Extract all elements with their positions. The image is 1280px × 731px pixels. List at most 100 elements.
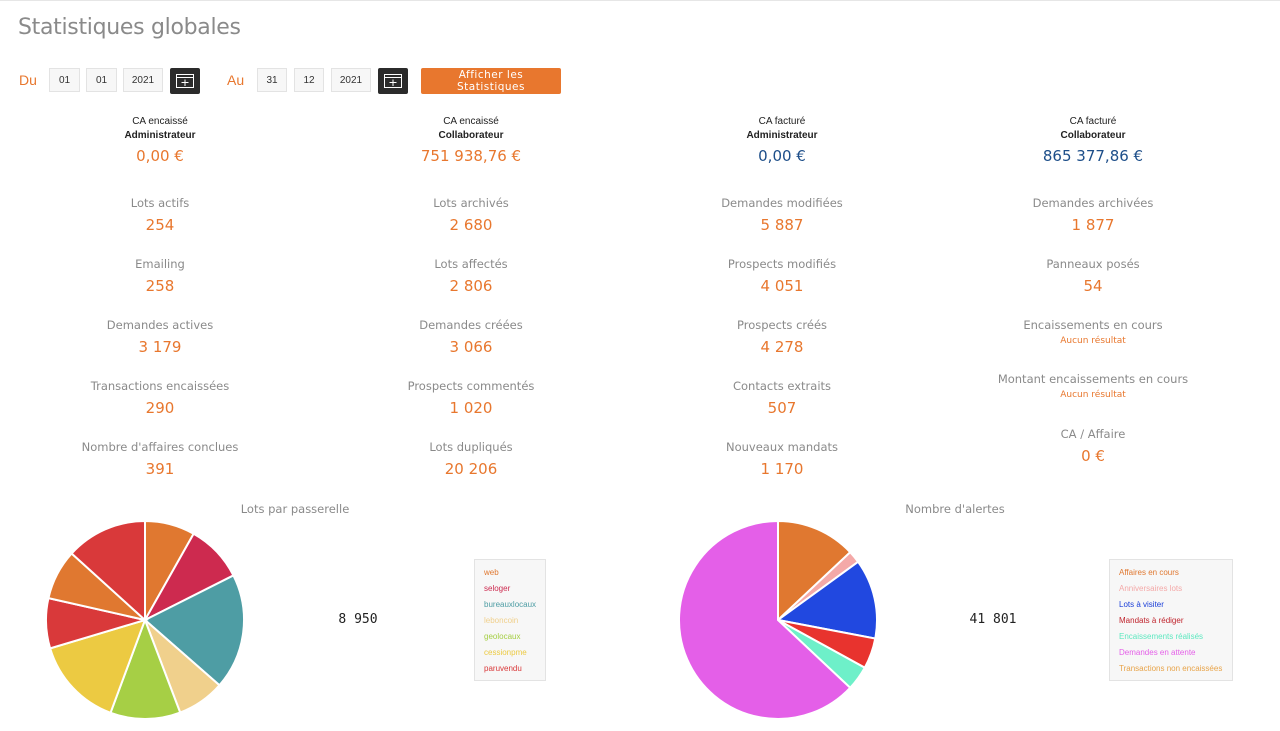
ca-card-facture-collab: CA facturé Collaborateur 865 377,86 € <box>938 115 1248 167</box>
ca-value: 0,00 € <box>136 147 184 165</box>
legend-item[interactable]: Demandes en attente <box>1119 648 1223 664</box>
stat-value: 5 887 <box>760 216 804 234</box>
stat-card: Nombre d'affaires conclues 391 <box>5 440 315 480</box>
stat-card: Panneaux posés 54 <box>938 257 1248 297</box>
from-day-input[interactable] <box>49 68 80 92</box>
to-year-input[interactable] <box>331 68 371 92</box>
from-year-input[interactable] <box>123 68 163 92</box>
ca-value: 865 377,86 € <box>1042 147 1144 165</box>
stat-value: 2 680 <box>449 216 493 234</box>
stat-value: 2 806 <box>449 277 493 295</box>
ca-sublabel: Collaborateur <box>1060 130 1126 141</box>
stat-label: Prospects commentés <box>407 379 535 393</box>
stat-card: Demandes créées 3 066 <box>316 318 626 358</box>
stat-value: Aucun résultat <box>1060 336 1126 346</box>
stat-value: 4 278 <box>760 338 804 356</box>
legend-item[interactable]: cessionpme <box>484 648 536 664</box>
ca-card-facture-admin: CA facturé Administrateur 0,00 € <box>627 115 937 167</box>
stat-card: Encaissements en cours Aucun résultat <box>938 318 1248 346</box>
calendar-icon <box>384 74 402 88</box>
chart-legend-alertes: Affaires en cours Anniversaires lots Lots … <box>1109 559 1233 681</box>
stat-label: Contacts extraits <box>732 379 832 393</box>
stat-card: Nouveaux mandats 1 170 <box>627 440 937 480</box>
to-label: Au <box>227 72 245 88</box>
pie-chart-alertes <box>678 519 878 720</box>
pie-chart-passerelle <box>45 519 245 720</box>
stat-label: Montant encaissements en cours <box>997 372 1189 386</box>
stat-card: Prospects créés 4 278 <box>627 318 937 358</box>
stat-label: Demandes créées <box>419 318 523 332</box>
stat-label: Nouveaux mandats <box>726 440 838 454</box>
stat-value: 4 051 <box>760 277 804 295</box>
to-calendar-button[interactable] <box>378 68 408 94</box>
ca-label: CA encaissé <box>443 116 499 127</box>
stat-value: 254 <box>145 216 175 234</box>
from-calendar-button[interactable] <box>170 68 200 94</box>
stat-value: 507 <box>767 399 797 417</box>
legend-item[interactable]: Lots à visiter <box>1119 600 1223 616</box>
legend-item[interactable]: web <box>484 568 536 584</box>
chart-title-passerelle: Lots par passerelle <box>240 502 350 516</box>
legend-item[interactable]: geolocaux <box>484 632 536 648</box>
legend-item[interactable]: Encaissements réalisés <box>1119 632 1223 648</box>
stat-label: Prospects modifiés <box>727 257 837 271</box>
stat-label: Lots archivés <box>433 196 509 210</box>
stat-card: Lots actifs 254 <box>5 196 315 236</box>
stat-label: Demandes modifiées <box>721 196 843 210</box>
stat-label: Nombre d'affaires conclues <box>81 440 239 454</box>
ca-label: CA facturé <box>758 116 806 127</box>
stat-value: 3 066 <box>449 338 493 356</box>
ca-card-encaisse-admin: CA encaissé Administrateur 0,00 € <box>5 115 315 167</box>
stat-label: Lots actifs <box>130 196 190 210</box>
legend-item[interactable]: bureauxlocaux <box>484 600 536 616</box>
legend-item[interactable]: leboncoin <box>484 616 536 632</box>
stat-card: Demandes archivées 1 877 <box>938 196 1248 236</box>
stat-label: Demandes actives <box>106 318 214 332</box>
legend-item[interactable]: Mandats à rédiger <box>1119 616 1223 632</box>
stat-value: 1 170 <box>760 460 804 478</box>
legend-item[interactable]: Transactions non encaissées <box>1119 664 1223 680</box>
ca-sublabel: Administrateur <box>124 130 196 141</box>
stat-value: 3 179 <box>138 338 182 356</box>
show-statistics-button[interactable]: Afficher les Statistiques <box>421 68 561 94</box>
stat-card: Montant encaissements en cours Aucun résu… <box>938 372 1248 400</box>
stat-value: 1 877 <box>1071 216 1115 234</box>
stat-label: Panneaux posés <box>1046 257 1140 271</box>
stat-card: Demandes modifiées 5 887 <box>627 196 937 236</box>
stat-label: CA / Affaire <box>1060 427 1126 441</box>
stat-card: Emailing 258 <box>5 257 315 297</box>
stat-card: Contacts extraits 507 <box>627 379 937 419</box>
stat-label: Demandes archivées <box>1032 196 1154 210</box>
stat-card: Transactions encaissées 290 <box>5 379 315 419</box>
ca-value: 0,00 € <box>758 147 806 165</box>
stat-card: Lots affectés 2 806 <box>316 257 626 297</box>
legend-item[interactable]: paruvendu <box>484 664 536 680</box>
chart-total: 8 950 <box>338 612 378 627</box>
to-month-input[interactable] <box>294 68 324 92</box>
stat-value: 54 <box>1083 277 1103 295</box>
stat-value: 391 <box>145 460 175 478</box>
stat-value: 290 <box>145 399 175 417</box>
from-month-input[interactable] <box>86 68 117 92</box>
page-title: Statistiques globales <box>18 15 241 40</box>
stat-label: Lots dupliqués <box>429 440 513 454</box>
stat-value: 258 <box>145 277 175 295</box>
legend-item[interactable]: seloger <box>484 584 536 600</box>
stat-label: Prospects créés <box>736 318 828 332</box>
stat-label: Transactions encaissées <box>90 379 230 393</box>
ca-value: 751 938,76 € <box>420 147 522 165</box>
stat-value: 1 020 <box>449 399 493 417</box>
legend-item[interactable]: Affaires en cours <box>1119 568 1223 584</box>
ca-sublabel: Collaborateur <box>438 130 504 141</box>
ca-label: CA encaissé <box>132 116 188 127</box>
stat-label: Lots affectés <box>434 257 508 271</box>
stat-card: Demandes actives 3 179 <box>5 318 315 358</box>
legend-item[interactable]: Anniversaires lots <box>1119 584 1223 600</box>
stat-card: Lots dupliqués 20 206 <box>316 440 626 480</box>
chart-total: 41 801 <box>969 612 1017 627</box>
ca-card-encaisse-collab: CA encaissé Collaborateur 751 938,76 € <box>316 115 626 167</box>
to-day-input[interactable] <box>257 68 287 92</box>
stat-value: 20 206 <box>444 460 498 478</box>
stat-card: Lots archivés 2 680 <box>316 196 626 236</box>
ca-sublabel: Administrateur <box>746 130 818 141</box>
